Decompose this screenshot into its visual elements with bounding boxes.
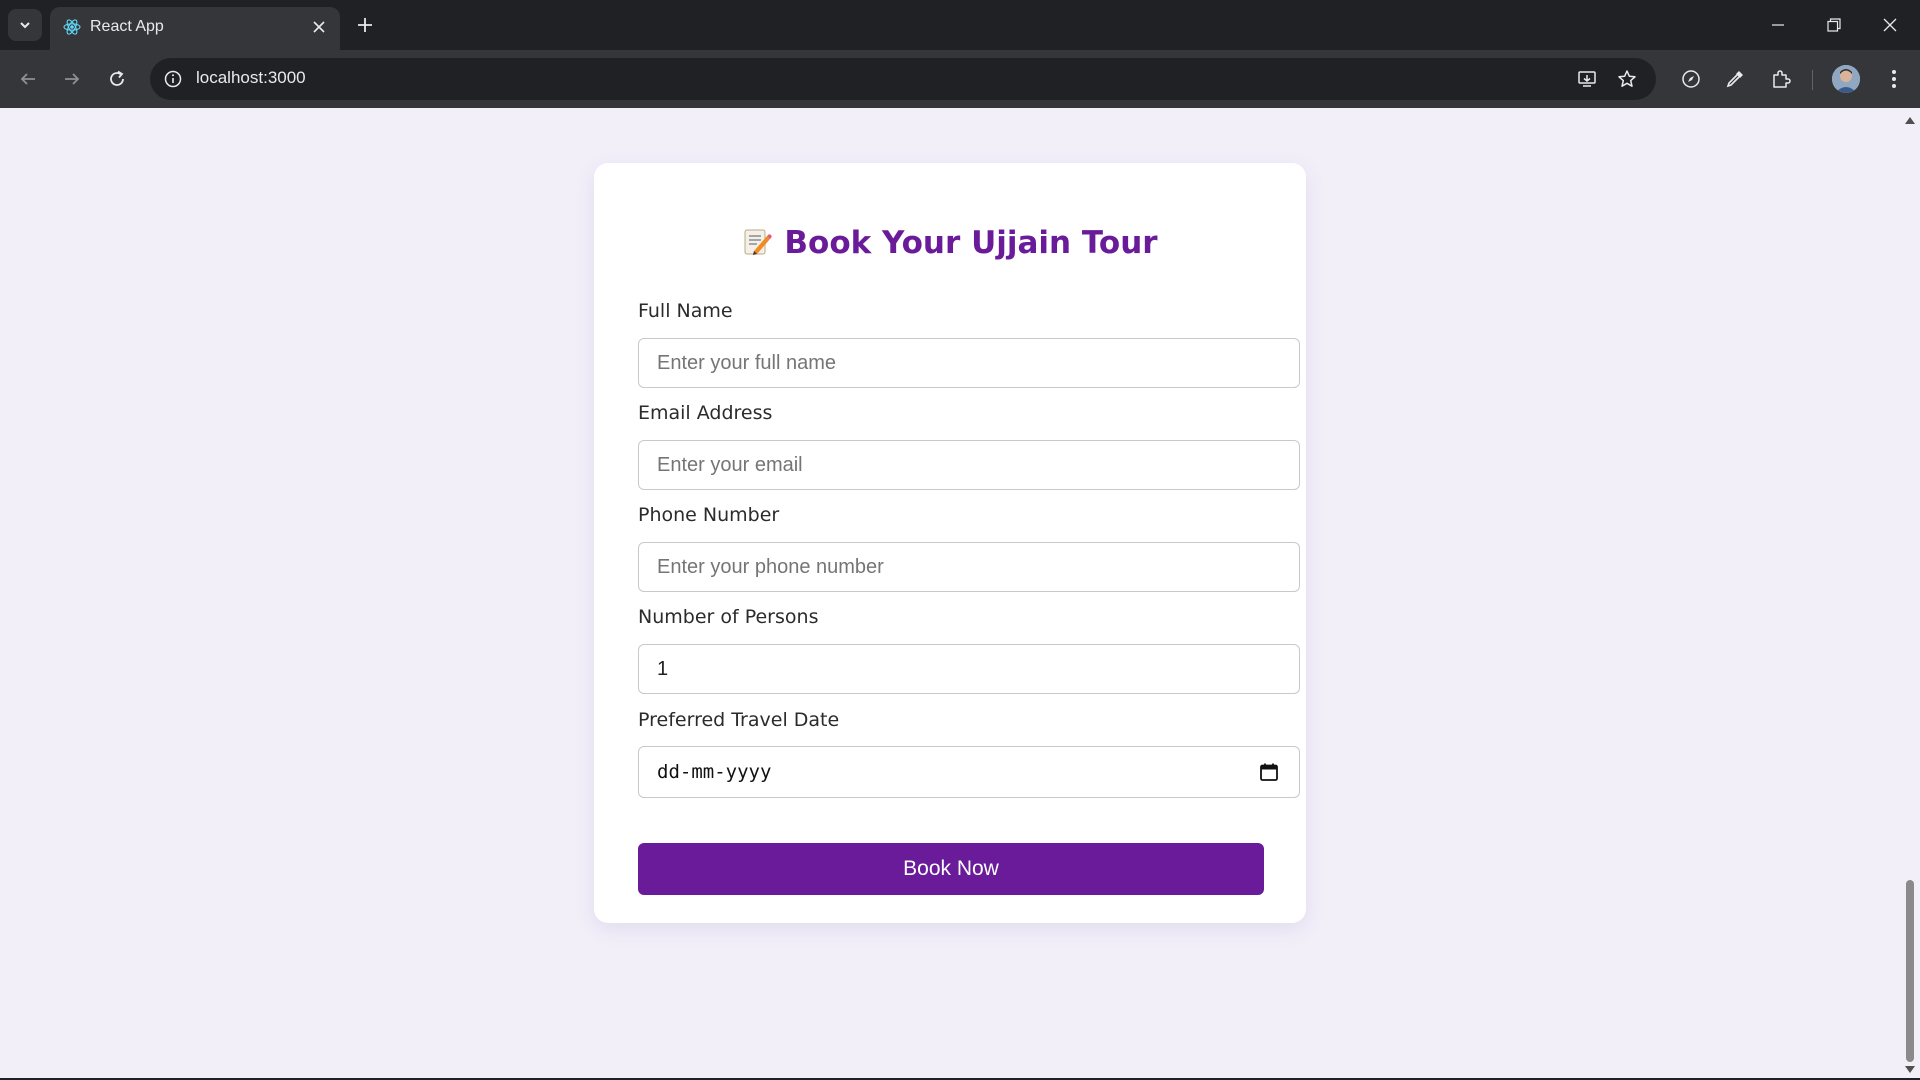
back-arrow-icon	[20, 73, 35, 85]
new-tab-button[interactable]	[350, 10, 380, 40]
close-window-icon	[1883, 18, 1897, 32]
tab-strip: React App	[0, 0, 1920, 50]
close-tab-button[interactable]	[308, 16, 330, 38]
page-scrollbar[interactable]	[1900, 108, 1920, 1078]
tab-search-button[interactable]	[8, 9, 42, 41]
close-icon	[313, 21, 325, 33]
forward-button[interactable]	[56, 63, 88, 95]
reload-button[interactable]	[101, 63, 133, 95]
site-info-button[interactable]	[158, 64, 188, 94]
install-app-button[interactable]	[1572, 64, 1602, 94]
eyedropper-icon	[1726, 71, 1743, 88]
book-now-button[interactable]: Book Now	[638, 843, 1264, 895]
page-viewport: Book Your Ujjain Tour Full Name Email Ad…	[0, 108, 1900, 1078]
restore-button[interactable]	[1806, 0, 1862, 50]
compass-icon	[1682, 70, 1700, 88]
tab-react-app[interactable]: React App	[50, 7, 340, 50]
scroll-down-arrow-icon[interactable]	[1904, 1064, 1916, 1076]
react-favicon-icon	[63, 19, 81, 35]
install-app-icon	[1578, 71, 1596, 87]
reload-icon	[110, 70, 124, 86]
travel-date-label: Preferred Travel Date	[638, 709, 840, 731]
back-button[interactable]	[12, 63, 44, 95]
puzzle-icon	[1773, 70, 1791, 88]
phone-label: Phone Number	[638, 504, 780, 526]
info-icon	[164, 70, 182, 88]
email-input[interactable]	[638, 440, 1300, 490]
bookmark-button[interactable]	[1612, 64, 1642, 94]
avatar-icon	[1832, 65, 1860, 93]
memo-icon	[744, 229, 773, 255]
booking-form-card: Book Your Ujjain Tour Full Name Email Ad…	[594, 163, 1306, 923]
date-placeholder: dd-mm-yyyy	[657, 761, 772, 783]
browser-toolbar: localhost:3000	[0, 50, 1920, 108]
travel-date-input[interactable]: dd-mm-yyyy	[638, 746, 1300, 798]
full-name-input[interactable]	[638, 338, 1300, 388]
kebab-menu-icon	[1892, 70, 1896, 88]
scroll-up-arrow-icon[interactable]	[1904, 114, 1916, 126]
forward-arrow-icon	[65, 73, 80, 85]
address-bar[interactable]: localhost:3000	[150, 58, 1656, 100]
close-window-button[interactable]	[1862, 0, 1918, 50]
phone-input[interactable]	[638, 542, 1300, 592]
persons-label: Number of Persons	[638, 606, 819, 628]
email-label: Email Address	[638, 402, 773, 424]
persons-input[interactable]	[638, 644, 1300, 694]
chevron-down-icon	[20, 22, 30, 29]
url-text[interactable]: localhost:3000	[196, 68, 306, 88]
form-title: Book Your Ujjain Tour	[594, 225, 1306, 261]
eyedropper-extension-button[interactable]	[1719, 63, 1751, 95]
browser-menu-button[interactable]	[1878, 63, 1910, 95]
minimize-button[interactable]	[1750, 0, 1806, 50]
calendar-icon[interactable]	[1259, 762, 1279, 782]
form-title-text: Book Your Ujjain Tour	[784, 225, 1158, 261]
scroll-thumb[interactable]	[1906, 880, 1914, 1062]
profile-avatar[interactable]	[1832, 65, 1860, 93]
plus-icon	[358, 18, 372, 32]
minimize-icon	[1772, 24, 1784, 26]
tab-title: React App	[90, 18, 164, 35]
full-name-label: Full Name	[638, 300, 733, 322]
performance-button[interactable]	[1675, 63, 1707, 95]
toolbar-separator	[1812, 70, 1813, 90]
extensions-button[interactable]	[1765, 63, 1797, 95]
star-icon	[1618, 70, 1636, 87]
restore-icon	[1827, 18, 1841, 32]
